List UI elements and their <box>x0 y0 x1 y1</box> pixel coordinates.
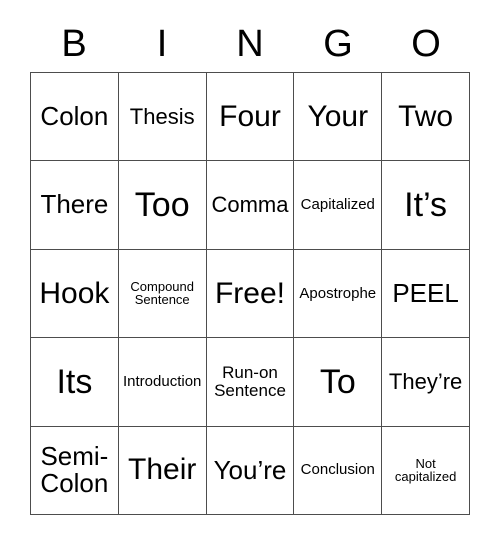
bingo-header-letter-i: I <box>118 16 206 72</box>
bingo-header-row: B I N G O <box>30 16 470 72</box>
bingo-cell-r1c1[interactable]: Colon <box>31 73 119 162</box>
bingo-cell-label: Comma <box>211 192 289 218</box>
bingo-cell-label: Conclusion <box>300 461 375 479</box>
bingo-card: B I N G O Colon Thesis Four Your Two There Too… <box>0 0 500 544</box>
bingo-cell-label: Free! <box>214 276 285 310</box>
bingo-cell-label: It’s <box>404 186 448 225</box>
bingo-cell-r4c3[interactable]: Run-on Sentence <box>206 338 295 427</box>
bingo-header-letter-n: N <box>206 16 294 72</box>
bingo-cell-r2c1[interactable]: There <box>31 161 119 250</box>
bingo-cell-label: PEEL <box>392 277 459 308</box>
bingo-cell-label: Apostrophe <box>299 284 377 302</box>
bingo-header-letter-text: O <box>411 23 441 65</box>
bingo-cell-r3c5[interactable]: PEEL <box>382 249 470 339</box>
bingo-cell-r3c2[interactable]: Compound Sentence <box>118 249 207 339</box>
bingo-header-letter-o: O <box>382 16 470 72</box>
bingo-cell-label: Colon <box>40 100 109 131</box>
bingo-cell-r1c5[interactable]: Two <box>382 73 470 162</box>
bingo-cell-label: You’re <box>213 454 287 485</box>
bingo-cell-label: Its <box>56 362 93 401</box>
bingo-grid: Colon Thesis Four Your Two There Too Comma Capit… <box>30 72 470 515</box>
bingo-cell-label: Run-on Sentence <box>214 362 286 400</box>
bingo-cell-label: Too <box>134 186 190 225</box>
bingo-cell-r4c4[interactable]: To <box>294 338 383 427</box>
bingo-cell-label: Not capitalized <box>394 455 457 485</box>
bingo-cell-label: Introduction <box>123 372 202 390</box>
bingo-cell-label: There <box>40 189 109 220</box>
bingo-cell-r4c1[interactable]: Its <box>31 338 119 427</box>
bingo-cell-r3c1[interactable]: Hook <box>31 249 119 339</box>
bingo-cell-r2c2[interactable]: Too <box>118 161 207 250</box>
bingo-header-letter-text: G <box>323 23 353 65</box>
bingo-cell-label: Compound Sentence <box>130 278 194 308</box>
bingo-cell-r1c3[interactable]: Four <box>206 73 295 162</box>
bingo-cell-label: To <box>319 362 356 401</box>
bingo-cell-label: Semi- Colon <box>40 440 109 499</box>
bingo-cell-r2c5[interactable]: It’s <box>382 161 470 250</box>
bingo-cell-label: Two <box>398 99 454 133</box>
bingo-cell-r5c3[interactable]: You’re <box>206 426 295 515</box>
bingo-cell-r2c4[interactable]: Capitalized <box>294 161 383 250</box>
bingo-cell-r5c2[interactable]: Their <box>118 426 207 515</box>
bingo-cell-r1c2[interactable]: Thesis <box>118 73 207 162</box>
bingo-cell-label: Their <box>128 453 197 487</box>
bingo-cell-label: They’re <box>388 369 463 395</box>
bingo-header-letter-text: N <box>236 23 264 65</box>
bingo-cell-r4c5[interactable]: They’re <box>382 338 470 427</box>
bingo-header-letter-text: B <box>61 23 87 65</box>
bingo-cell-label: Capitalized <box>300 196 375 214</box>
bingo-cell-label: Your <box>307 99 369 133</box>
bingo-header-letter-text: I <box>156 23 168 65</box>
bingo-cell-r1c4[interactable]: Your <box>294 73 383 162</box>
bingo-cell-r2c3[interactable]: Comma <box>206 161 295 250</box>
bingo-cell-r5c5[interactable]: Not capitalized <box>382 426 470 515</box>
bingo-cell-label: Hook <box>39 276 110 310</box>
bingo-cell-r4c2[interactable]: Introduction <box>118 338 207 427</box>
bingo-cell-r5c1[interactable]: Semi- Colon <box>31 426 119 515</box>
bingo-cell-r5c4[interactable]: Conclusion <box>294 426 383 515</box>
bingo-cell-r3c4[interactable]: Apostrophe <box>294 249 383 339</box>
bingo-cell-r3c3[interactable]: Free! <box>206 249 295 339</box>
bingo-cell-label: Four <box>219 99 281 133</box>
bingo-header-letter-b: B <box>30 16 118 72</box>
bingo-cell-label: Thesis <box>129 104 195 130</box>
bingo-header-letter-g: G <box>294 16 382 72</box>
